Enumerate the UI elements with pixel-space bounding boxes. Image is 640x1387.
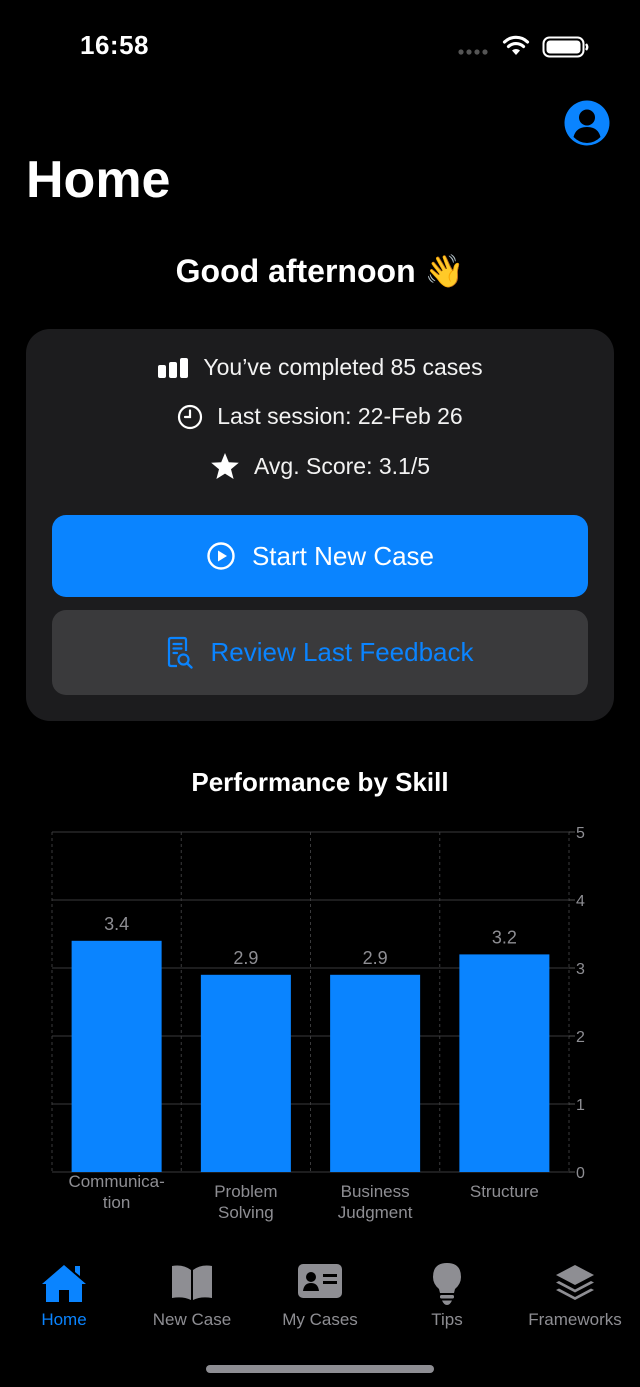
- chart-category-label: tion: [103, 1193, 130, 1212]
- star-icon: [210, 452, 240, 480]
- chart-ytick-label: 4: [576, 893, 585, 910]
- tab-my-cases-label: My Cases: [282, 1310, 358, 1329]
- tab-new-case[interactable]: New Case: [128, 1250, 256, 1340]
- completed-cases-row: You’ve completed 85 cases: [26, 354, 614, 381]
- review-last-feedback-button[interactable]: Review Last Feedback: [52, 610, 588, 695]
- profile-icon[interactable]: [563, 99, 611, 147]
- tab-frameworks[interactable]: Frameworks: [511, 1250, 639, 1340]
- document-search-icon: [166, 636, 194, 670]
- lightbulb-icon: [433, 1263, 461, 1305]
- house-icon: [42, 1265, 86, 1302]
- chart-bar: [71, 940, 162, 1172]
- chart-ytick-label: 0: [576, 1165, 585, 1182]
- play-circle-icon: [206, 541, 236, 571]
- performance-bar-chart: 0 1 2 3 4 5 3.4 Communica-tion 2.9 Problem Solving…: [51, 825, 585, 1222]
- chart-title: Performance by Skill: [191, 767, 449, 797]
- tab-frameworks-label: Frameworks: [528, 1310, 622, 1329]
- chart-category-label: Communica-: [68, 1172, 164, 1191]
- battery-icon: [542, 36, 589, 58]
- chart-category-label: Solving: [218, 1203, 274, 1222]
- chart-ytick-label: 3: [576, 961, 585, 978]
- last-session-row: Last session: 22-Feb 26: [26, 403, 614, 430]
- tab-tips-label: Tips: [431, 1310, 463, 1329]
- contact-card-icon: [298, 1264, 342, 1298]
- start-new-case-label: Start New Case: [251, 540, 435, 571]
- tab-home[interactable]: Home: [0, 1250, 128, 1340]
- chart-data-label: 2.9: [363, 948, 388, 968]
- cellular-signal-icon: [458, 49, 488, 55]
- avg-score-row: Avg. Score: 3.1/5: [26, 452, 614, 480]
- home-indicator: [206, 1365, 434, 1373]
- chart-data-label: 2.9: [233, 948, 258, 968]
- page-title: Home: [26, 151, 171, 209]
- chart-bar: [330, 974, 421, 1172]
- chart-category-label: Structure: [470, 1182, 539, 1201]
- chart-category-label: Problem: [214, 1182, 277, 1201]
- clock-icon: [177, 404, 203, 430]
- wifi-icon: [502, 35, 530, 55]
- greeting: Good afternoon 👋: [0, 252, 640, 290]
- chart-ytick-label: 2: [576, 1029, 585, 1046]
- chart-ytick-label: 1: [576, 1097, 585, 1114]
- tab-home-label: Home: [41, 1310, 87, 1329]
- chart-category-label: Business: [341, 1182, 410, 1201]
- chart-ytick-label: 5: [576, 825, 585, 842]
- chart-bar: [459, 954, 550, 1172]
- book-icon: [172, 1265, 212, 1300]
- chart-data-label: 3.2: [492, 927, 517, 947]
- tab-my-cases[interactable]: My Cases: [256, 1250, 384, 1340]
- tab-tips[interactable]: Tips: [383, 1250, 511, 1340]
- bar-chart-icon: [157, 357, 189, 379]
- status-time: 16:58: [80, 30, 149, 60]
- last-session-text: Last session: 22-Feb 26: [217, 403, 463, 429]
- tab-new-case-label: New Case: [152, 1310, 232, 1329]
- chart-bar: [200, 974, 291, 1172]
- start-new-case-button[interactable]: Start New Case: [52, 515, 588, 597]
- review-last-feedback-label: Review Last Feedback: [210, 637, 474, 667]
- greeting-text: Good afternoon: [175, 253, 416, 289]
- avg-score-text: Avg. Score: 3.1/5: [253, 452, 430, 479]
- status-bar: 16:58: [0, 0, 640, 96]
- layers-icon: [556, 1265, 594, 1300]
- waving-hand-emoji: 👋: [424, 252, 465, 290]
- chart-data-label: 3.4: [104, 914, 129, 934]
- chart-category-label: Judgment: [338, 1203, 413, 1222]
- completed-cases-text: You’ve completed 85 cases: [203, 354, 483, 380]
